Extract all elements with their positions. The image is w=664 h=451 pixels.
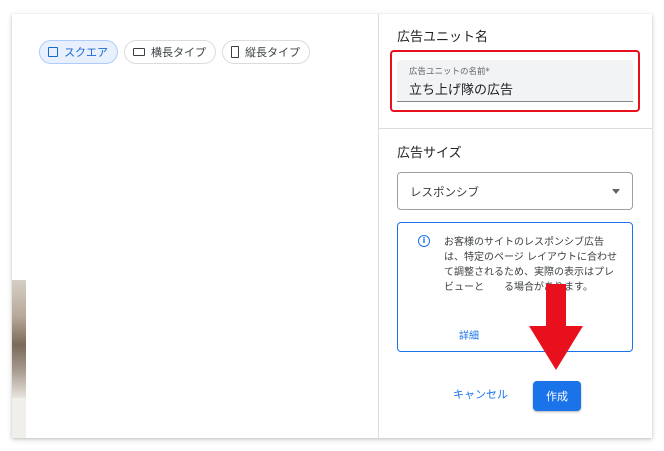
learn-more-link[interactable]: 詳細 [459, 327, 479, 342]
ad-preview-image-footer [12, 398, 26, 438]
format-chip-group: スクエア 横長タイプ 縦長タイプ [39, 40, 310, 64]
landscape-icon [133, 48, 145, 56]
chip-portrait-label: 縦長タイプ [245, 46, 300, 59]
ad-size-select[interactable]: レスポンシブ [397, 172, 633, 210]
settings-panel: 広告ユニット名 広告ユニットの名前* 立ち上げ隊の広告 広告サイズ レスポンシブ… [378, 14, 652, 438]
info-icon: i [418, 235, 430, 247]
ad-preview-image [12, 280, 26, 398]
name-section-title: 広告ユニット名 [397, 30, 489, 45]
portrait-icon [231, 46, 239, 58]
red-highlight-box [390, 50, 640, 112]
dropdown-arrow-icon [612, 189, 620, 194]
chip-landscape[interactable]: 横長タイプ [124, 40, 216, 64]
chip-square-label: スクエア [64, 46, 108, 59]
cancel-button[interactable]: キャンセル [445, 382, 516, 406]
chip-square[interactable]: スクエア [39, 40, 118, 64]
create-button[interactable]: 作成 [533, 381, 581, 411]
chip-landscape-label: 横長タイプ [151, 46, 206, 59]
red-arrow-down-icon [529, 284, 583, 370]
chip-portrait[interactable]: 縦長タイプ [222, 40, 310, 64]
square-icon [48, 47, 58, 57]
ad-unit-dialog: スクエア 横長タイプ 縦長タイプ 広告ユニット名 広告ユニットの名前* 立ち上げ… [12, 14, 652, 438]
section-divider [379, 128, 652, 129]
responsive-info-box: i お客様のサイトのレスポンシブ広告は、特定のページ レイアウトに合わせて調整さ… [397, 222, 633, 352]
ad-size-select-value: レスポンシブ [410, 185, 479, 199]
size-section-title: 広告サイズ [397, 146, 462, 161]
